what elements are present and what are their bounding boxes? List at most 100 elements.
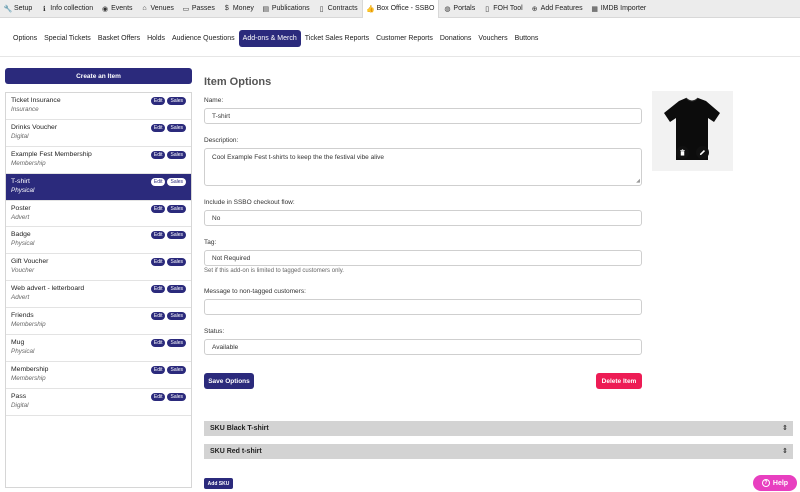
edit-button[interactable]: Edit <box>150 204 166 213</box>
plus-circle-icon: ⊕ <box>531 5 538 13</box>
tag-select[interactable]: Not Required <box>204 250 642 266</box>
topnav-item-imdb-importer[interactable]: ▦ IMDB Importer <box>587 0 651 18</box>
checkout-select[interactable]: No <box>204 210 642 226</box>
add-sku-button[interactable]: Add SKU <box>204 478 233 489</box>
edit-button[interactable]: Edit <box>150 365 166 374</box>
list-item[interactable]: Friends Membership Edit Sales <box>6 308 191 336</box>
list-item[interactable]: T-shirt Physical Edit Sales <box>6 173 191 201</box>
divider <box>0 56 800 57</box>
sales-button[interactable]: Sales <box>167 339 186 348</box>
sales-button[interactable]: Sales <box>167 150 186 159</box>
list-item[interactable]: Membership Membership Edit Sales <box>6 362 191 389</box>
tab-buttons[interactable]: Buttons <box>512 30 542 47</box>
message-field[interactable] <box>204 299 642 315</box>
tab-audience-questions[interactable]: Audience Questions <box>169 30 238 47</box>
drag-handle-icon[interactable]: ⇕ <box>782 447 788 455</box>
topnav-item-money[interactable]: $ Money <box>219 0 258 18</box>
tab-ticket-sales-reports[interactable]: Ticket Sales Reports <box>302 30 372 47</box>
tab-customer-reports[interactable]: Customer Reports <box>373 30 436 47</box>
edit-button[interactable]: Edit <box>150 312 166 321</box>
tab-holds[interactable]: Holds <box>144 30 168 47</box>
tab-vouchers[interactable]: Vouchers <box>475 30 510 47</box>
pencil-icon[interactable] <box>696 146 709 159</box>
description-field[interactable]: Cool Example Fest t-shirts to keep the t… <box>204 148 642 186</box>
list-item[interactable]: Example Fest Membership Membership Edit Sal… <box>6 147 191 174</box>
topnav-label: Passes <box>191 5 215 12</box>
item-type: Physical <box>11 186 35 194</box>
list-item[interactable]: Mug Physical Edit Sales <box>6 335 191 362</box>
sales-button[interactable]: Sales <box>167 123 186 132</box>
list-item[interactable]: Gift Voucher Voucher Edit Sales <box>6 254 191 282</box>
sales-button[interactable]: Sales <box>167 231 186 240</box>
edit-button[interactable]: Edit <box>150 285 166 294</box>
topnav-item-publications[interactable]: ▤ Publications <box>258 0 314 18</box>
sku-label: SKU Red t-shirt <box>210 448 262 455</box>
resize-handle-icon[interactable]: ◢ <box>636 178 640 184</box>
product-image <box>652 91 733 171</box>
tab-add-ons-merch[interactable]: Add-ons & Merch <box>238 30 301 47</box>
topnav-label: IMDB Importer <box>600 5 647 12</box>
topnav-item-setup[interactable]: 🔧 Setup <box>0 0 36 18</box>
tab-donations[interactable]: Donations <box>437 30 475 47</box>
item-actions: Edit Sales <box>149 312 186 321</box>
list-item[interactable]: Web advert - letterboard Advert Edit Sales <box>6 281 191 309</box>
list-item[interactable]: Badge Physical Edit Sales <box>6 227 191 255</box>
home-icon: ⌂ <box>142 5 147 12</box>
sku-label: SKU Black T-shirt <box>210 425 269 432</box>
topnav-item-foh-tool[interactable]: ▯ FOH Tool <box>479 0 526 18</box>
tag-select-value: Not Required <box>212 254 251 262</box>
item-type: Advert <box>11 294 30 302</box>
sales-button[interactable]: Sales <box>167 365 186 374</box>
tab-basket-offers[interactable]: Basket Offers <box>95 30 143 47</box>
topnav-item-events[interactable]: ◉ Events <box>97 0 136 18</box>
delete-item-button[interactable]: Delete Item <box>596 373 642 389</box>
item-actions: Edit Sales <box>149 150 186 159</box>
globe-icon: ◍ <box>444 5 451 13</box>
list-item[interactable]: Poster Advert Edit Sales <box>6 201 191 228</box>
sales-button[interactable]: Sales <box>167 392 186 401</box>
topnav-item-box-office-ssbo[interactable]: 👍 Box Office - SSBO <box>361 0 440 18</box>
create-item-button[interactable]: Create an Item <box>5 68 192 84</box>
topnav-item-info-collection[interactable]: ℹ Info collection <box>36 0 97 18</box>
topnav-item-contracts[interactable]: ▯ Contracts <box>314 0 362 18</box>
top-nav: 🔧 Setup ℹ Info collection ◉ Events ⌂ Venues ▭ Pas… <box>0 0 800 18</box>
sales-button[interactable]: Sales <box>167 258 186 267</box>
topnav-label: Venues <box>150 5 174 12</box>
tag-label: Tag: <box>204 239 217 246</box>
help-button[interactable]: ? Help <box>753 475 797 491</box>
list-item[interactable]: Ticket Insurance Insurance Edit Sales <box>6 93 191 120</box>
topnav-item-passes[interactable]: ▭ Passes <box>178 0 219 18</box>
edit-button[interactable]: Edit <box>150 392 166 401</box>
sku-bar[interactable]: SKU Black T-shirt ⇕ <box>204 421 793 436</box>
status-select[interactable]: Available <box>204 339 642 355</box>
trash-icon[interactable] <box>676 146 689 159</box>
topnav-label: Events <box>111 5 133 12</box>
topnav-item-add-features[interactable]: ⊕ Add Features <box>527 0 587 18</box>
sales-button[interactable]: Sales <box>167 312 186 321</box>
edit-button[interactable]: Edit <box>150 231 166 240</box>
edit-button[interactable]: Edit <box>150 258 166 267</box>
save-options-button[interactable]: Save Options <box>204 373 254 389</box>
edit-button[interactable]: Edit <box>150 123 166 132</box>
topnav-item-portals[interactable]: ◍ Portals <box>439 0 479 18</box>
edit-button[interactable]: Edit <box>150 150 166 159</box>
help-label: Help <box>772 479 789 487</box>
thumbs-up-icon: 👍 <box>366 5 375 13</box>
sales-button[interactable]: Sales <box>167 204 186 213</box>
tab-options[interactable]: Options <box>10 30 40 47</box>
tab-special-tickets[interactable]: Special Tickets <box>41 30 94 47</box>
sales-button[interactable]: Sales <box>167 177 186 186</box>
name-field[interactable]: T-shirt <box>204 108 642 124</box>
drag-handle-icon[interactable]: ⇕ <box>782 424 788 432</box>
topnav-item-venues[interactable]: ⌂ Venues <box>137 0 178 18</box>
sales-button[interactable]: Sales <box>167 97 186 105</box>
list-item[interactable]: Drinks Voucher Digital Edit Sales <box>6 120 191 147</box>
question-icon: ? <box>761 479 770 487</box>
edit-button[interactable]: Edit <box>150 339 166 348</box>
sku-bar[interactable]: SKU Red t-shirt ⇕ <box>204 444 793 459</box>
edit-button[interactable]: Edit <box>150 97 166 105</box>
sales-button[interactable]: Sales <box>167 285 186 294</box>
list-item[interactable]: Pass Digital Edit Sales <box>6 389 191 416</box>
item-actions: Edit Sales <box>149 339 186 348</box>
edit-button[interactable]: Edit <box>150 177 166 186</box>
